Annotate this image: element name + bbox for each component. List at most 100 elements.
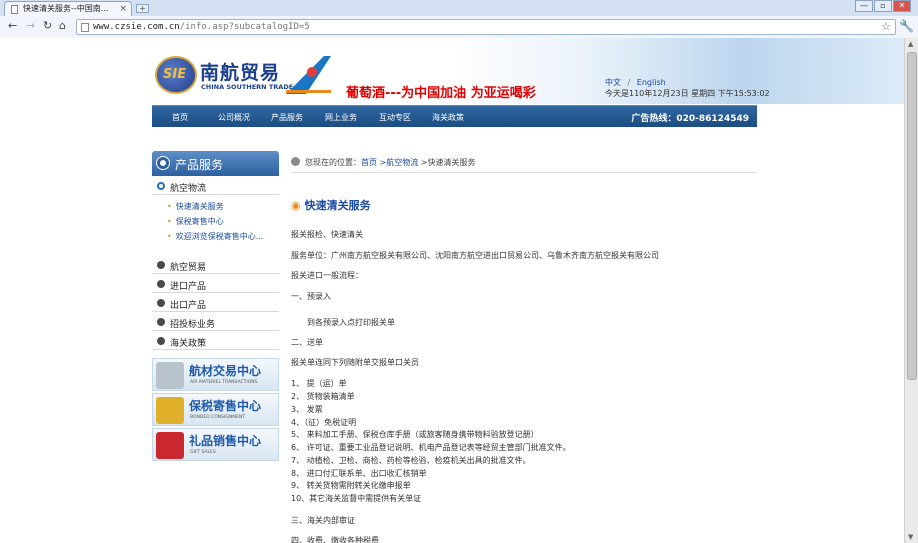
category-open-icon [157, 182, 165, 190]
scroll-down-icon[interactable]: ▼ [908, 533, 913, 541]
sidebar-header: 产品服务 [152, 151, 279, 176]
promo-gift[interactable]: 礼品销售中心 GIFT SALES [152, 428, 279, 461]
category-icon [157, 299, 165, 307]
date-display: 今天是110年12月23日 星期四 下午15:53:02 [605, 89, 770, 98]
content-line: 2、 货物装箱清单 [291, 392, 355, 401]
close-tab-icon[interactable]: × [119, 2, 127, 16]
scroll-up-icon[interactable]: ▲ [908, 40, 913, 48]
promo-subtitle: AIR MATERIEL TRANSACTIONS [190, 380, 258, 385]
content-line: 8、 进口付汇联系单、出口收汇核销单 [291, 469, 427, 478]
breadcrumb-home-link[interactable]: 首页 [361, 158, 377, 167]
maximize-button[interactable]: ▫ [874, 0, 892, 12]
promo-title: 保税寄售中心 [189, 399, 262, 413]
home-icon[interactable]: ⌂ [59, 20, 66, 32]
back-icon[interactable]: ← [8, 20, 17, 32]
sidebar-item-label: 出口产品 [170, 301, 207, 311]
new-tab-button[interactable]: + [136, 4, 149, 13]
gift-icon [156, 432, 184, 459]
breadcrumb: 您现在的位置：首页 >航空物流 >快速清关服务 [291, 155, 757, 173]
sidebar-item-aviation-trade[interactable]: 航空贸易 [152, 257, 279, 274]
sidebar-subitem-welcome[interactable]: • 欢迎浏览保税寄售中心... [167, 231, 263, 242]
promo-bonded[interactable]: 保税寄售中心 BONDED CONSIGNMENT [152, 393, 279, 426]
sidebar-title: 产品服务 [175, 158, 224, 172]
nav-customs[interactable]: 海关政策 [432, 112, 464, 123]
scrollbar[interactable]: ▲ ▼ [904, 38, 918, 543]
sidebar-item-label: 进口产品 [170, 282, 207, 292]
sidebar-item-import[interactable]: 进口产品 [152, 276, 279, 293]
promo-air-materiel[interactable]: 航材交易中心 AIR MATERIEL TRANSACTIONS [152, 358, 279, 391]
url-text: www.czsie.com.cn/info.asp?subcatalogID=5 [93, 22, 310, 32]
page-title: ◉ 快速清关服务 [291, 199, 371, 212]
main-nav: 首页 公司概况 产品服务 网上业务 互动专区 海关政策 广告热线：020-861… [152, 105, 757, 127]
content-line: 报关进口一般流程： [291, 271, 363, 280]
promo-subtitle: GIFT SALES [190, 450, 216, 455]
content-line: 9、 转关货物需附转关化缴申报单 [291, 481, 411, 490]
forward-icon[interactable]: → [26, 20, 35, 32]
logo-subtext: CHINA SOUTHERN TRADE [201, 83, 294, 91]
breadcrumb-current: >快速清关服务 [418, 158, 476, 167]
content-line: 1、 提（运）单 [291, 379, 347, 388]
sidebar-item-label: 招投标业务 [170, 320, 216, 330]
content-line: 三、海关内部审证 [291, 516, 355, 525]
nav-interactive[interactable]: 互动专区 [379, 112, 411, 123]
promo-title: 航材交易中心 [189, 364, 262, 378]
sidebar-item-label: 航空贸易 [170, 263, 207, 273]
nav-home[interactable]: 首页 [172, 112, 188, 123]
minimize-button[interactable]: — [855, 0, 873, 12]
sidebar-subitem-bonded[interactable]: • 保税寄售中心 [167, 216, 224, 227]
sidebar-item-bidding[interactable]: 招投标业务 [152, 314, 279, 331]
sidebar-item-export[interactable]: 出口产品 [152, 295, 279, 312]
lang-separator: / [627, 78, 631, 87]
page-info-icon [81, 23, 89, 32]
page-icon [11, 5, 18, 14]
breadcrumb-prefix: 您现在的位置： [305, 158, 361, 167]
scrolling-announcement[interactable]: 葡萄酒---为中国加油 为亚运喝彩 [346, 82, 546, 101]
ad-hotline: 广告热线：020-86124549 [631, 114, 749, 124]
sidebar-item-aviation-logistics[interactable]: 航空物流 [152, 178, 279, 195]
close-window-button[interactable]: ✕ [893, 0, 911, 12]
nav-products[interactable]: 产品服务 [271, 112, 303, 123]
reload-icon[interactable]: ↻ [43, 20, 52, 32]
tab-strip: 快速清关服务--中国南... × + — ▫ ✕ [0, 0, 918, 16]
promo-title: 礼品销售中心 [189, 434, 262, 448]
browser-chrome: 快速清关服务--中国南... × + — ▫ ✕ ← → ↻ ⌂ www.czs… [0, 0, 918, 38]
tab-title: 快速清关服务--中国南... [23, 4, 109, 13]
content-line: 到各预录入点打印报关单 [307, 318, 395, 327]
location-icon [291, 157, 300, 166]
content-line: 6、 许可证、重要工业品登记说明、机电产品登记表等经贸主管部门批准文件。 [291, 443, 571, 452]
content-line: 4、（征）免税证明 [291, 418, 357, 427]
browser-toolbar: ← → ↻ ⌂ www.czsie.com.cn/info.asp?subcat… [0, 16, 918, 38]
content-line: 3、 发票 [291, 405, 323, 414]
content-line: 5、 来料加工手册、保税仓库手册（或旅客随身携带物料验放登记册） [291, 430, 539, 439]
content-line: 四、收费、缴收各种税费 [291, 536, 379, 543]
category-icon [157, 280, 165, 288]
content-line: 报关报检、快速清关 [291, 230, 363, 239]
box-icon [156, 397, 184, 424]
logo-emblem[interactable]: SIE [155, 56, 197, 94]
browser-tab[interactable]: 快速清关服务--中国南... × [4, 1, 132, 16]
wrench-menu-icon[interactable]: 🔧 [899, 19, 914, 33]
content-line: 一、预录入 [291, 292, 331, 301]
sidebar-item-label: 航空物流 [170, 184, 207, 194]
lang-chinese-link[interactable]: 中文 [605, 78, 621, 87]
category-icon [157, 337, 165, 345]
promo-subtitle: BONDED CONSIGNMENT [190, 415, 246, 420]
sidebar-subitem-quick-clearance[interactable]: • 快速清关服务 [167, 201, 224, 212]
airline-tail-logo [286, 56, 331, 94]
address-bar[interactable]: www.czsie.com.cn/info.asp?subcatalogID=5… [76, 19, 896, 35]
lang-english-link[interactable]: English [637, 78, 666, 87]
bookmark-star-icon[interactable]: ☆ [881, 20, 891, 33]
nav-company[interactable]: 公司概况 [218, 112, 250, 123]
sidebar-item-customs-policy[interactable]: 海关政策 [152, 333, 279, 350]
content-line: 服务单位：广州南方航空报关有限公司、沈阳南方航空进出口贸易公司、乌鲁木齐南方航空… [291, 251, 659, 260]
language-switch: 中文 / English [605, 77, 670, 88]
content-line: 7、 动植检、卫检、商检、药检等检验、检疫机关出具的批准文件。 [291, 456, 531, 465]
nav-online[interactable]: 网上业务 [325, 112, 357, 123]
scrollbar-thumb[interactable] [907, 52, 917, 380]
category-icon [157, 261, 165, 269]
bullet-icon [157, 157, 169, 169]
arrow-icon: ◉ [291, 199, 301, 212]
breadcrumb-category-link[interactable]: 航空物流 [386, 158, 418, 167]
gear-icon [156, 362, 184, 389]
content-line: 二、送单 [291, 338, 323, 347]
